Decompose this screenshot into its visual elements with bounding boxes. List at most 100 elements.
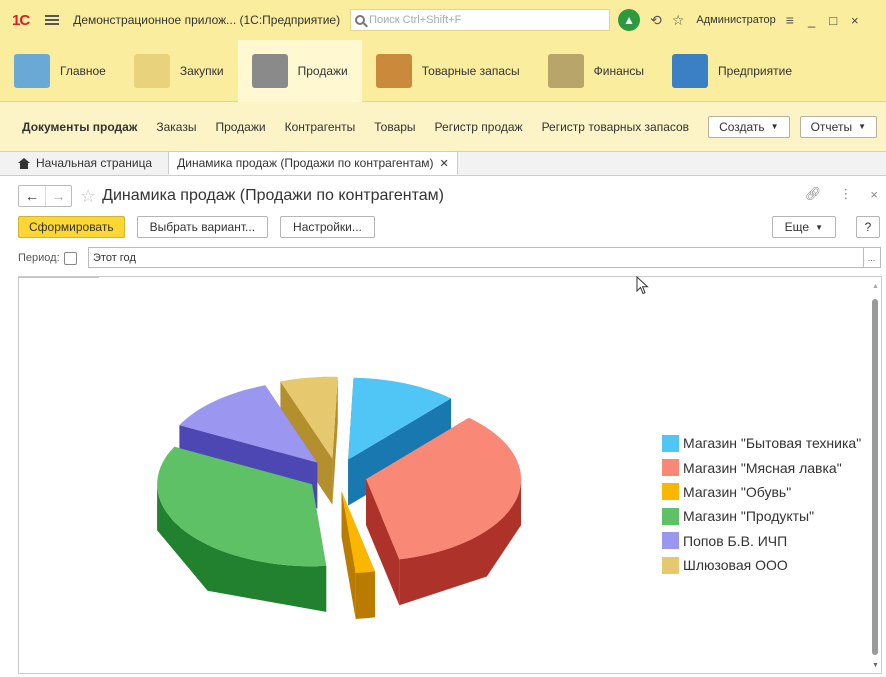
legend-item: Магазин "Продукты" (662, 504, 861, 528)
period-label: Период: (18, 252, 60, 264)
legend-item: Шлюзовая ООО (662, 553, 861, 577)
legend-swatch (662, 556, 679, 574)
history-icon[interactable]: ⟲ (650, 12, 662, 29)
open-windows-tabs: Начальная страница Динамика продаж (Прод… (0, 151, 886, 176)
legend-label: Магазин "Мясная лавка" (683, 459, 842, 476)
sections-panel: Главное Закупки Продажи Товарные запасы … (0, 40, 886, 102)
command-link[interactable]: Продажи (215, 120, 265, 134)
section-label: Предприятие (718, 64, 792, 78)
section-finance[interactable]: Финансы (534, 40, 658, 102)
legend-swatch (662, 507, 679, 525)
section-sales[interactable]: Продажи (237, 40, 362, 102)
commands-title[interactable]: Документы продаж (22, 120, 137, 134)
search-placeholder: Поиск Ctrl+Shift+F (369, 14, 462, 26)
purchases-bag-icon (133, 54, 170, 88)
scrollbar-thumb[interactable] (872, 299, 878, 655)
legend-item: Магазин "Мясная лавка" (662, 455, 861, 479)
main-menu-icon[interactable] (45, 15, 60, 25)
legend-item: Попов Б.В. ИЧП (662, 529, 861, 553)
chart-legend: Магазин "Бытовая техника" Магазин "Мясная… (662, 431, 861, 577)
favorites-icon[interactable]: ☆ (672, 12, 685, 29)
title-bar: 1С Демонстрационное прилож... (1С:Предпр… (0, 0, 886, 40)
legend-item: Магазин "Бытовая техника" (662, 431, 861, 455)
forward-arrow-icon[interactable]: → (45, 186, 71, 206)
favorite-star-icon[interactable]: ☆ (80, 186, 96, 207)
notification-icon[interactable]: ▲ (618, 9, 641, 31)
command-link[interactable]: Контрагенты (285, 120, 356, 134)
reports-button-label: Отчеты (810, 119, 853, 134)
period-row: Период: Этот год ... (0, 247, 886, 269)
navigation-buttons: ← → (18, 185, 72, 207)
select-variant-button[interactable]: Выбрать вариант... (136, 216, 269, 238)
section-label: Товарные запасы (421, 64, 520, 78)
more-button[interactable]: Еще ▼ (771, 216, 836, 238)
legend-item: Магазин "Обувь" (662, 480, 861, 504)
section-commands-bar: Документы продаж Заказы Продажи Контраге… (0, 102, 886, 152)
pie-chart (157, 376, 521, 619)
section-label: Закупки (179, 64, 224, 78)
scroll-up-icon[interactable]: ▲ (872, 283, 879, 290)
generate-button[interactable]: Сформировать (18, 216, 125, 238)
main-section-icon (14, 54, 50, 88)
legend-label: Магазин "Продукты" (683, 508, 815, 525)
section-purchases[interactable]: Закупки (120, 40, 238, 102)
create-button[interactable]: Создать ▼ (708, 115, 790, 138)
home-icon (18, 157, 30, 169)
legend-label: Попов Б.В. ИЧП (683, 532, 788, 549)
section-label: Финансы (593, 64, 645, 78)
period-select-button[interactable]: ... (863, 247, 881, 268)
tab-sales-dynamics[interactable]: Динамика продаж (Продажи по контрагентам… (168, 151, 458, 175)
section-main[interactable]: Главное (0, 40, 120, 102)
report-area: Магазин "Бытовая техника" Магазин "Мясная… (18, 276, 882, 674)
close-form-icon[interactable]: × (870, 187, 878, 202)
command-link[interactable]: Заказы (156, 120, 196, 134)
tab-home[interactable]: Начальная страница (0, 151, 160, 175)
reports-button[interactable]: Отчеты ▼ (799, 115, 877, 138)
command-link[interactable]: Регистр товарных запасов (542, 120, 689, 134)
scroll-down-icon[interactable]: ▼ (872, 662, 879, 669)
period-checkbox[interactable] (63, 251, 77, 265)
create-button-label: Создать (719, 119, 765, 134)
legend-label: Магазин "Обувь" (683, 483, 792, 500)
global-search-input[interactable]: Поиск Ctrl+Shift+F (350, 9, 611, 31)
back-arrow-icon[interactable]: ← (19, 186, 45, 206)
legend-label: Магазин "Бытовая техника" (683, 435, 862, 452)
tab-active-label: Динамика продаж (Продажи по контрагентам… (177, 156, 434, 170)
section-inventory[interactable]: Товарные запасы (362, 40, 534, 102)
dropdown-caret-icon: ▼ (858, 122, 866, 131)
settings-menu-icon[interactable]: ≡ (786, 12, 794, 28)
user-name[interactable]: Администратор (696, 14, 775, 26)
vertical-scrollbar[interactable]: ▲ ▼ (871, 283, 879, 669)
form-header: ← → ☆ Динамика продаж (Продажи по контра… (0, 180, 886, 212)
legend-label: Шлюзовая ООО (683, 557, 788, 574)
form-command-bar: Сформировать Выбрать вариант... Настройк… (0, 213, 886, 241)
section-label: Продажи (297, 64, 348, 78)
link-icon[interactable]: 🔗︎ (805, 186, 822, 202)
legend-swatch (662, 434, 679, 452)
close-window-icon[interactable]: × (851, 13, 859, 28)
legend-swatch (662, 483, 679, 501)
legend-swatch (662, 532, 679, 550)
command-link[interactable]: Регистр продаж (435, 120, 523, 134)
settings-button[interactable]: Настройки... (280, 216, 375, 238)
close-tab-icon[interactable]: ✕ (440, 157, 449, 170)
coins-icon (547, 54, 584, 88)
form-title: Динамика продаж (Продажи по контрагентам… (102, 187, 445, 204)
pie-slice-outer-wall (355, 571, 375, 619)
dropdown-caret-icon: ▼ (815, 222, 823, 232)
command-link[interactable]: Товары (374, 120, 415, 134)
tab-home-label: Начальная страница (36, 156, 153, 170)
minimize-icon[interactable]: _ (808, 13, 815, 28)
maximize-icon[interactable]: □ (829, 13, 837, 28)
section-label: Главное (60, 64, 106, 78)
section-enterprise[interactable]: Предприятие (658, 40, 806, 102)
app-title: Демонстрационное прилож... (1С:Предприят… (73, 13, 341, 27)
more-button-label: Еще (784, 220, 810, 234)
cash-register-icon (251, 54, 288, 88)
dropdown-caret-icon: ▼ (770, 122, 779, 131)
more-actions-icon[interactable]: ⋮ (839, 186, 852, 202)
app-logo: 1С (12, 11, 30, 29)
help-button[interactable]: ? (856, 216, 880, 238)
box-icon (375, 54, 412, 88)
period-field[interactable]: Этот год (88, 247, 864, 268)
